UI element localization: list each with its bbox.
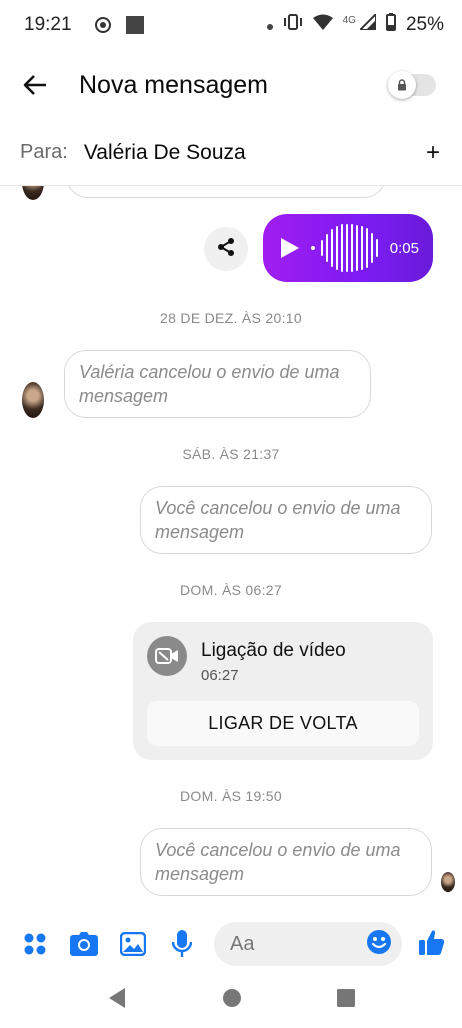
- unsent-message-bubble[interactable]: Valéria cancelou o envio de uma mensagem: [64, 350, 371, 418]
- back-nav-icon[interactable]: [107, 987, 127, 1014]
- battery-icon: [385, 13, 396, 37]
- message-input[interactable]: Aa: [214, 922, 402, 966]
- previous-message-bubble: [66, 186, 386, 198]
- apps-icon[interactable]: [20, 929, 50, 959]
- lock-icon: [388, 71, 416, 99]
- status-time: 19:21: [24, 14, 72, 35]
- add-recipient-button[interactable]: +: [426, 139, 440, 167]
- back-arrow-icon[interactable]: [20, 70, 50, 100]
- call-time: 06:27: [201, 667, 239, 684]
- microphone-icon[interactable]: [167, 929, 197, 959]
- record-icon: [94, 16, 112, 34]
- unsent-message-bubble[interactable]: Você cancelou o envio de uma mensagem: [140, 828, 432, 896]
- app-header: Nova mensagem: [0, 50, 462, 120]
- message-text: Você cancelou o envio de uma mensagem: [155, 498, 401, 542]
- secret-conversation-toggle[interactable]: [388, 71, 436, 99]
- call-back-button[interactable]: LIGAR DE VOLTA: [147, 701, 419, 746]
- video-camera-icon: [147, 636, 187, 676]
- network-type: 4G: [342, 14, 356, 26]
- system-nav-bar: [0, 972, 462, 1028]
- home-nav-icon[interactable]: [222, 988, 242, 1013]
- timestamp: DOM. ÀS 06:27: [180, 582, 282, 598]
- waveform: [321, 223, 378, 273]
- status-bar: 19:21 4G 25%: [0, 0, 462, 50]
- video-call-card: Ligação de vídeo 06:27 LIGAR DE VOLTA: [133, 622, 433, 760]
- message-composer: Aa: [0, 916, 462, 972]
- share-button[interactable]: [204, 227, 248, 271]
- voice-message[interactable]: 0:05: [263, 214, 433, 282]
- voice-duration: 0:05: [389, 239, 419, 257]
- to-label: Para:: [20, 141, 68, 163]
- signal-icon: [357, 11, 377, 36]
- recipient-bar: Para: Valéria De Souza +: [0, 120, 462, 186]
- contact-avatar[interactable]: [22, 186, 44, 200]
- emoji-icon[interactable]: [366, 929, 392, 960]
- recents-nav-icon[interactable]: [336, 988, 355, 1012]
- contact-avatar[interactable]: [22, 382, 44, 418]
- unsent-message-bubble[interactable]: Você cancelou o envio de uma mensagem: [140, 486, 432, 554]
- dot-icon: [266, 14, 273, 36]
- square-notification-icon: [125, 16, 144, 34]
- timestamp: DOM. ÀS 19:50: [180, 788, 282, 804]
- page-title: Nova mensagem: [79, 70, 268, 99]
- recipient-name[interactable]: Valéria De Souza: [84, 141, 246, 165]
- vibrate-icon: [283, 13, 303, 37]
- call-title: Ligação de vídeo: [201, 640, 346, 661]
- waveform-dot: [311, 246, 315, 250]
- message-input-placeholder: Aa: [230, 932, 255, 955]
- timestamp: SÁB. ÀS 21:37: [182, 446, 280, 462]
- camera-icon[interactable]: [69, 929, 99, 959]
- share-icon: [216, 237, 236, 262]
- read-receipt-avatar: [441, 872, 455, 892]
- play-icon[interactable]: [281, 238, 299, 258]
- message-list[interactable]: 0:05 28 DE DEZ. ÀS 20:10 Valéria cancelo…: [0, 186, 462, 916]
- thumbs-up-icon[interactable]: [418, 928, 446, 961]
- message-text: Você cancelou o envio de uma mensagem: [155, 840, 401, 884]
- wifi-icon: [312, 14, 333, 36]
- timestamp: 28 DE DEZ. ÀS 20:10: [160, 310, 302, 326]
- gallery-icon[interactable]: [118, 929, 148, 959]
- message-text: Valéria cancelou o envio de uma mensagem: [79, 362, 340, 406]
- battery-percent: 25%: [405, 14, 444, 35]
